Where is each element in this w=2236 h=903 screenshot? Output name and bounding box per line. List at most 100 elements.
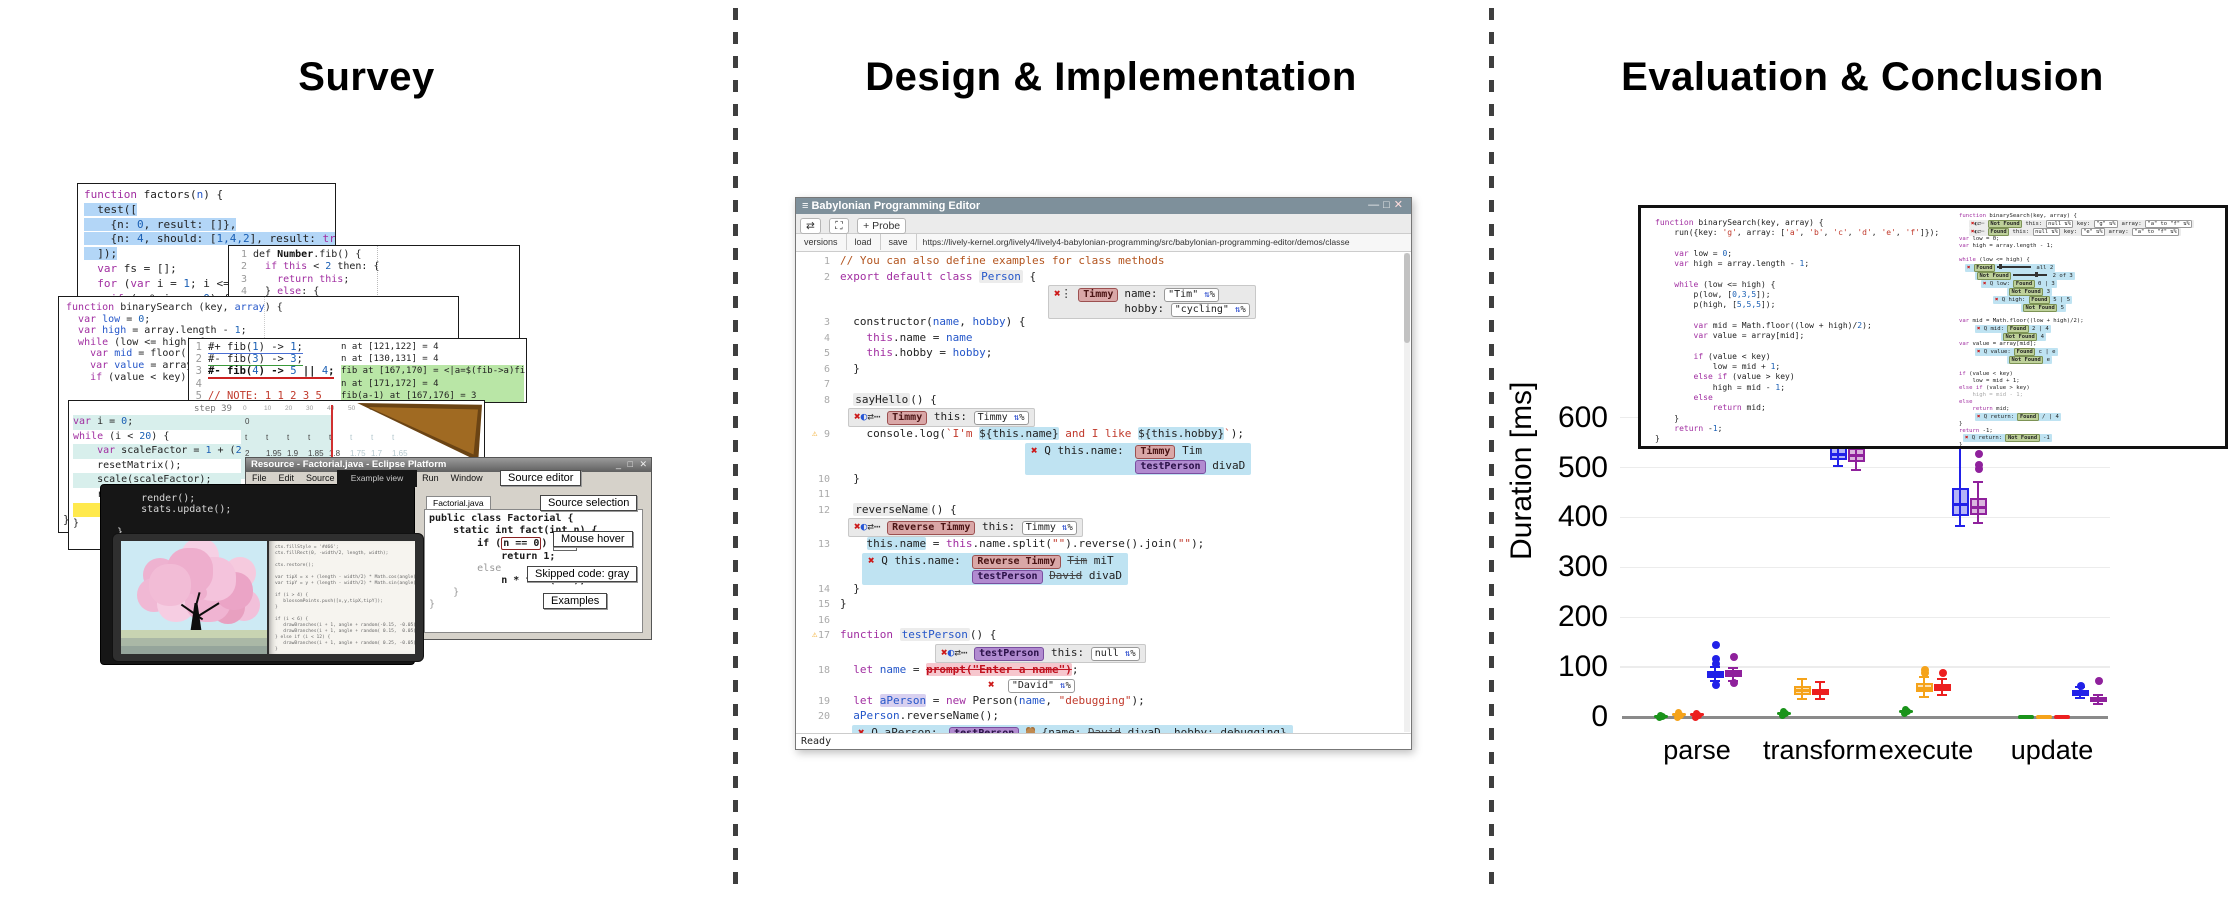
link-icon[interactable]: %	[1067, 523, 1072, 533]
slider[interactable]	[1997, 266, 2031, 268]
value-box[interactable]: "a" to "f" ⇅%	[2145, 220, 2192, 228]
link-icon[interactable]: %	[1019, 413, 1024, 423]
line-number: 9	[796, 428, 840, 443]
more-icon[interactable]: ⋯	[961, 646, 968, 659]
menu-item-run[interactable]: Run	[422, 473, 439, 483]
value-dropdown[interactable]: null ⇅%	[1091, 647, 1140, 661]
probe-chip[interactable]: Not Found	[2005, 434, 2039, 442]
eclipse-window-controls[interactable]: _ □ ✕	[616, 459, 649, 470]
swap-icon[interactable]: ⇄	[954, 646, 961, 659]
probe-widget[interactable]: ✖ Q this.name: Reverse Timmy Tim miTtest…	[862, 553, 1128, 585]
x-category-label: update	[1972, 735, 2132, 766]
menu-item-edit[interactable]: Edit	[279, 473, 295, 483]
delete-icon[interactable]: ✖	[1977, 414, 1984, 420]
frame-annotated-line: if (value < key)	[1959, 371, 2221, 378]
delete-icon[interactable]: ✖	[1967, 265, 1974, 271]
line-number: 19	[796, 695, 840, 710]
probe-chip[interactable]: Found	[1988, 228, 2009, 236]
instance-widget[interactable]: ✖◐⇄⋯ Reverse Timmy this: Timmy ⇅%	[848, 518, 1083, 537]
probe-chip[interactable]: Found	[2013, 280, 2034, 288]
swap-icon[interactable]: ⇄	[867, 410, 874, 423]
value-dropdown[interactable]: Timmy ⇅%	[974, 411, 1029, 425]
close-icon[interactable]: ✕	[1394, 199, 1407, 211]
probe-chip[interactable]: Not Found	[1977, 272, 2011, 280]
more-icon[interactable]: ⋯	[874, 410, 881, 423]
value-box[interactable]: null ⇅%	[2033, 228, 2061, 236]
scrollbar-thumb[interactable]	[1404, 253, 1410, 343]
link-icon[interactable]: %	[1065, 681, 1070, 691]
menu-item-window[interactable]: Window	[451, 473, 483, 483]
menu-item-source[interactable]: Source	[306, 473, 335, 483]
value-box[interactable]: "g" ⇅%	[2094, 220, 2118, 228]
delete-icon[interactable]: ✖	[854, 520, 861, 533]
delete-icon[interactable]: ✖	[1995, 297, 2002, 303]
example-badge[interactable]: Timmy	[1135, 445, 1175, 459]
menu-item-file[interactable]: File	[252, 473, 267, 483]
probe-chip[interactable]: Found	[2029, 296, 2050, 304]
minimize-icon[interactable]: —	[1368, 199, 1383, 211]
probe-chip[interactable]: Not Found	[2003, 333, 2037, 341]
example-widget[interactable]: ✖⋮ Timmyname: "Tim" ⇅%hobby: "cycling" ⇅…	[1048, 285, 1256, 319]
hamburger-icon[interactable]: ≡	[802, 200, 808, 212]
value-dropdown[interactable]: Timmy ⇅%	[1022, 521, 1077, 535]
delete-icon[interactable]: ✖	[1983, 281, 1990, 287]
window-controls[interactable]: —□✕	[1368, 198, 1407, 214]
link-icon[interactable]: %	[1130, 649, 1135, 659]
add-probe-button[interactable]: + Probe	[857, 218, 906, 234]
probe-chip[interactable]: Not Found	[2009, 288, 2043, 296]
eclipse-tab-factorial[interactable]: Factorial.java	[426, 496, 491, 510]
eclipse-title: Resource - Factorial.java - Eclipse Plat…	[246, 458, 651, 472]
line-number: 11	[796, 488, 840, 503]
probe-chip[interactable]: Found	[2014, 348, 2035, 356]
tab-versions[interactable]: versions	[796, 234, 847, 250]
frame-code-line: var value = array[mid];	[1655, 331, 1939, 341]
example-badge[interactable]: testPerson	[974, 647, 1044, 661]
window-titlebar[interactable]: ≡ Babylonian Programming Editor	[796, 198, 1411, 214]
link-icon[interactable]: %	[1240, 305, 1245, 315]
probe-chip[interactable]: Found	[1974, 264, 1995, 272]
link-icon[interactable]: %	[1210, 290, 1215, 300]
more-icon[interactable]: ⋯	[874, 520, 881, 533]
example-badge[interactable]: Timmy	[1078, 288, 1118, 302]
maximize-icon[interactable]: □	[1383, 199, 1394, 211]
example-badge[interactable]: Reverse Timmy	[972, 555, 1060, 569]
editor-row: 18 let name = prompt("Enter a name");	[796, 663, 1403, 679]
swap-icon[interactable]: ⇄	[867, 520, 874, 533]
kebab-icon[interactable]: ⋮	[1061, 287, 1072, 300]
instance-widget[interactable]: ✖◐⇄⋯ Timmy this: Timmy ⇅%	[848, 408, 1035, 427]
value-dropdown[interactable]: "Tim" ⇅%	[1164, 288, 1219, 302]
delete-icon[interactable]: ✖	[988, 678, 1001, 691]
outlier-dot	[1939, 669, 1947, 677]
url-field[interactable]: https://lively-kernel.org/lively4/lively…	[917, 234, 1350, 250]
delete-icon[interactable]: ✖	[1054, 287, 1061, 300]
tab-save[interactable]: save	[881, 234, 917, 250]
example-badge[interactable]: Timmy	[887, 411, 927, 425]
probe-chip[interactable]: Not Found	[2023, 304, 2057, 312]
delete-icon[interactable]: ✖	[1965, 435, 1972, 441]
delete-icon[interactable]: ✖	[941, 646, 948, 659]
frame-annotated-line: ✖◐⇄⋯ Not Found this: null ⇅% key: "g" ⇅%…	[1959, 220, 2221, 228]
design-title: Design & Implementation	[733, 55, 1489, 100]
instance-widget[interactable]: ✖◐⇄⋯ testPerson this: null ⇅%	[935, 644, 1146, 663]
delete-icon[interactable]: ✖	[1977, 326, 1984, 332]
tab-load[interactable]: load	[847, 234, 881, 250]
value-box[interactable]: "a" to "f" ⇅%	[2132, 228, 2179, 236]
probe-widget[interactable]: ✖ Q this.name: Timmy TimtestPerson divaD	[1025, 443, 1251, 475]
probe-chip[interactable]: Found	[2017, 413, 2038, 421]
value-box[interactable]: "e" ⇅%	[2081, 228, 2105, 236]
swap-icon-button[interactable]: ⇄	[800, 218, 821, 234]
delete-icon[interactable]: ✖	[868, 554, 875, 567]
slider[interactable]	[2013, 274, 2047, 276]
value-dropdown[interactable]: "David" ⇅%	[1008, 679, 1075, 693]
value-box[interactable]: null ⇅%	[2046, 220, 2074, 228]
editor-code-area[interactable]: 1// You can also define examples for cla…	[796, 251, 1403, 734]
probe-chip[interactable]: Not Found	[1988, 220, 2022, 228]
probe-chip[interactable]: Found	[2007, 325, 2028, 333]
delete-icon[interactable]: ✖	[1031, 444, 1038, 457]
frame-icon-button[interactable]: ⛶	[829, 218, 848, 234]
probe-chip[interactable]: Not Found	[2009, 356, 2043, 364]
example-badge[interactable]: Reverse Timmy	[887, 521, 975, 535]
delete-icon[interactable]: ✖	[854, 410, 861, 423]
delete-icon[interactable]: ✖	[1977, 349, 1984, 355]
trace-cell: t	[392, 433, 394, 442]
